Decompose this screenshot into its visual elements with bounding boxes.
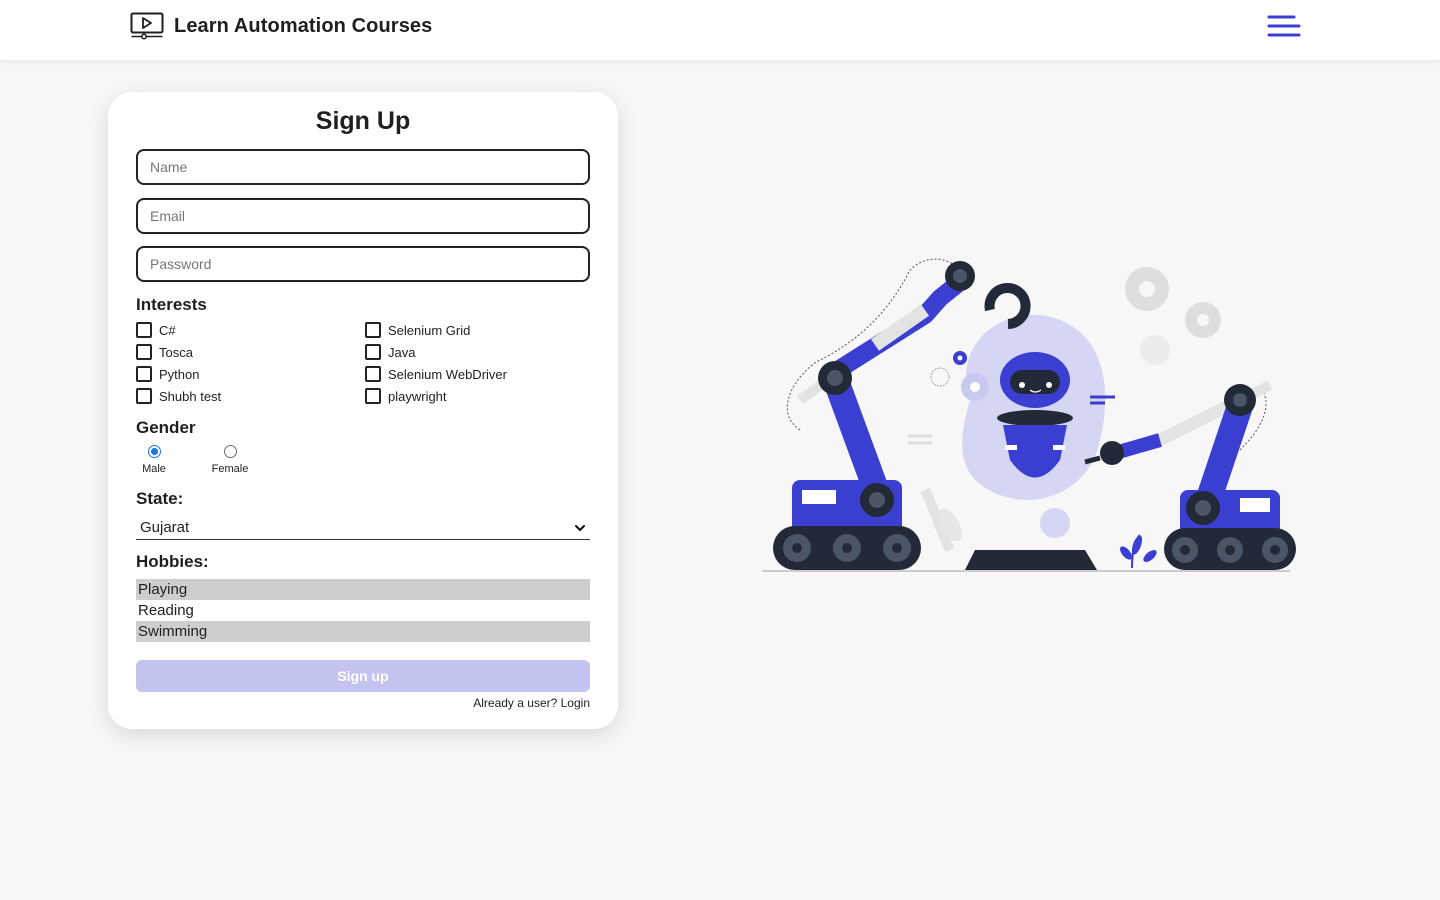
interest-playwright-checkbox[interactable]: playwright xyxy=(365,387,447,405)
hobby-option-playing[interactable]: Playing xyxy=(136,579,590,600)
checkbox-box[interactable] xyxy=(136,388,152,404)
radio-label: Female xyxy=(211,463,249,475)
checkbox-box[interactable] xyxy=(136,366,152,382)
interest-python-checkbox[interactable]: Python xyxy=(136,365,199,383)
checkbox-box[interactable] xyxy=(136,344,152,360)
interest-tosca-checkbox[interactable]: Tosca xyxy=(136,343,193,361)
brand-title: Learn Automation Courses xyxy=(174,14,433,37)
state-select[interactable]: Gujarat xyxy=(136,516,590,540)
login-prompt-line: Already a user? Login xyxy=(473,696,590,710)
password-input[interactable] xyxy=(136,246,590,282)
gear-icon xyxy=(1125,267,1221,365)
robot-arm-right-icon xyxy=(1084,380,1296,570)
radio-button[interactable] xyxy=(147,445,161,458)
checkbox-label: Shubh test xyxy=(159,388,222,404)
hobby-option-reading[interactable]: Reading xyxy=(136,600,590,621)
login-prompt-text: Already a user? xyxy=(473,696,558,710)
checkbox-box[interactable] xyxy=(136,322,152,338)
login-link[interactable]: Login xyxy=(561,696,590,710)
signup-card: Sign Up Interests C# Selenium Grid Tosca… xyxy=(108,92,618,729)
video-player-icon xyxy=(130,12,164,40)
interest-shubh-test-checkbox[interactable]: Shubh test xyxy=(136,387,221,405)
interest-csharp-checkbox[interactable]: C# xyxy=(136,321,176,339)
checkbox-label: playwright xyxy=(388,388,447,404)
checkbox-box[interactable] xyxy=(365,322,381,338)
hobbies-listbox[interactable]: Playing Reading Swimming xyxy=(136,579,590,642)
checkbox-box[interactable] xyxy=(365,388,381,404)
checkbox-box[interactable] xyxy=(365,366,381,382)
interest-selenium-webdriver-checkbox[interactable]: Selenium WebDriver xyxy=(365,365,507,383)
hamburger-menu-icon[interactable] xyxy=(1266,14,1302,38)
signup-button[interactable]: Sign up xyxy=(136,660,590,692)
interest-java-checkbox[interactable]: Java xyxy=(365,343,415,361)
chevron-down-icon xyxy=(575,524,585,531)
checkbox-label: Java xyxy=(388,344,416,360)
robot-arms-illustration xyxy=(762,258,1296,572)
email-input[interactable] xyxy=(136,198,590,234)
checkbox-label: Python xyxy=(159,366,200,382)
checkbox-label: Tosca xyxy=(159,344,193,360)
gender-male-radio[interactable]: Male xyxy=(124,445,184,475)
gender-label: Gender xyxy=(136,418,196,437)
radio-button[interactable] xyxy=(223,445,237,458)
state-label: State: xyxy=(136,489,184,508)
state-selected-value: Gujarat xyxy=(140,519,190,536)
brand[interactable]: Learn Automation Courses xyxy=(130,12,432,40)
hobbies-label: Hobbies: xyxy=(136,552,209,571)
checkbox-box[interactable] xyxy=(365,344,381,360)
name-input[interactable] xyxy=(136,149,590,185)
checkbox-label: C# xyxy=(159,322,176,338)
radio-label: Male xyxy=(142,463,166,475)
signup-title: Sign Up xyxy=(315,107,411,135)
checkbox-label: Selenium Grid xyxy=(388,322,471,338)
interests-label: Interests xyxy=(136,295,207,314)
top-navbar: Learn Automation Courses xyxy=(0,0,1440,60)
hobby-option-swimming[interactable]: Swimming xyxy=(136,621,590,642)
gender-female-radio[interactable]: Female xyxy=(200,445,260,475)
checkbox-label: Selenium WebDriver xyxy=(388,366,507,382)
interest-selenium-grid-checkbox[interactable]: Selenium Grid xyxy=(365,321,470,339)
